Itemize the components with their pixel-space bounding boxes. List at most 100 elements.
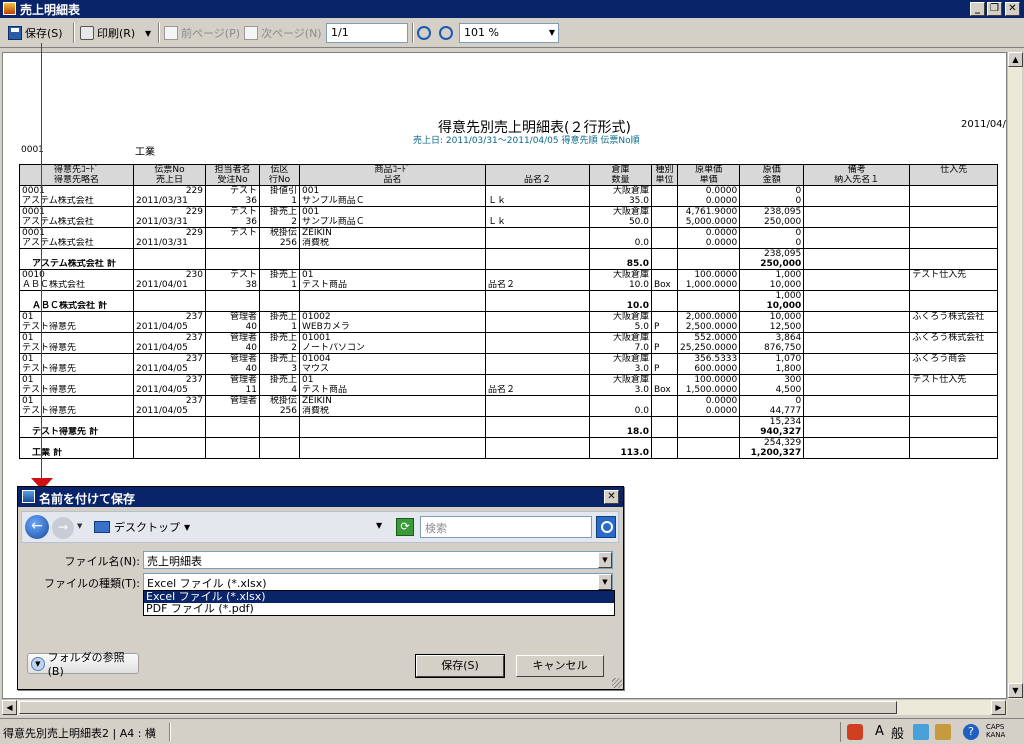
report-cell: 01 [19,311,134,322]
report-cell [205,448,260,459]
report-cell [803,364,911,375]
report-cell: 300 [739,374,805,385]
report-table-row: テスト得意先 2011/04/05 11 4 テスト商品 品名２ 3.0 Box 1,500.0… [19,385,999,396]
scroll-down-button[interactable]: ▼ [1008,683,1023,698]
report-cell [299,259,486,270]
report-cell: 掛売上 [259,332,300,343]
report-cell [803,406,911,417]
dialog-close-button[interactable]: ✕ [604,490,619,504]
prev-page-button[interactable]: 前ページ(P) [164,24,240,42]
dialog-cancel-button[interactable]: キャンセル [516,655,604,677]
report-cell: 237 [133,311,206,322]
report-cell: 237 [133,395,206,406]
report-cell [589,395,652,406]
report-cell: 100.0000 [676,374,741,385]
scroll-right-button[interactable]: ▶ [991,700,1006,715]
dialog-titlebar: 名前を付けて保存 ✕ [18,487,623,507]
restore-button[interactable]: ❐ [987,2,1002,16]
zoom-in-button[interactable] [417,24,431,42]
ime-mode-indicator[interactable]: 般 [891,723,904,742]
toolbar-separator [73,23,75,43]
report-cell: 3 [259,364,300,375]
next-page-button[interactable]: 次ページ(N) [244,24,322,42]
report-cell [133,301,206,312]
save-button[interactable]: 保存(S) [8,24,63,42]
report-cell: 237 [133,353,206,364]
report-cell [589,416,652,427]
report-cell: 12,500 [739,322,805,333]
report-cell [485,353,590,364]
horizontal-scrollbar[interactable]: ◀ ▶ [2,699,1007,715]
report-cell [803,248,911,259]
report-cell [259,290,300,301]
browse-folders-button[interactable]: ▼ フォルダの参照(B) [27,651,139,678]
report-cell [485,427,590,438]
help-icon[interactable]: ? [963,724,979,740]
forward-button[interactable]: → [52,517,74,539]
report-cell [299,448,486,459]
refresh-button[interactable]: ⟳ [396,518,414,536]
path-dropdown-arrow[interactable]: ▼ [376,521,382,530]
horizontal-scroll-thumb[interactable] [19,701,897,714]
report-cell: サンプル商品Ｃ [299,196,486,207]
report-cell [205,238,260,249]
report-cell: 0.0000 [676,406,741,417]
minimize-button[interactable]: _ [970,2,985,16]
location-breadcrumb[interactable]: デスクトップ ▼ [94,516,382,538]
report-cell: 2011/04/05 [133,406,206,417]
report-cell: 掛売上 [259,269,300,280]
report-cell [651,217,678,228]
report-cell: 管理者 [205,353,260,364]
ime-icon[interactable] [847,724,863,740]
report-cell: 876,750 [739,343,805,354]
dialog-save-button[interactable]: 保存(S) [415,654,505,678]
report-cell: 230 [133,269,206,280]
filename-dropdown-icon[interactable]: ▼ [598,552,612,568]
zoom-select[interactable]: 101 % [459,23,559,43]
dictionary-icon[interactable] [935,724,951,740]
back-button[interactable]: ← [25,515,49,539]
report-table-row: テスト得意先 2011/04/05 40 3 マウス 3.0 P 600.0000 1,800 [19,364,999,375]
ime-pad-icon[interactable] [913,724,929,740]
report-cell [676,259,741,270]
location-chevron-icon[interactable]: ▼ [184,523,190,532]
report-cell: 0 [739,185,805,196]
report-cell [589,290,652,301]
scroll-left-button[interactable]: ◀ [2,700,17,715]
report-cell: 管理者 [205,374,260,385]
report-cell: Box [651,385,678,396]
resize-grip[interactable] [612,678,622,688]
report-cell: 0.0000 [676,185,741,196]
close-button[interactable]: ✕ [1005,2,1020,16]
filetype-dropdown-icon[interactable]: ▼ [598,574,612,590]
report-cell: 掛値引 [259,185,300,196]
report-cell [205,416,260,427]
report-cell [803,185,911,196]
vertical-scrollbar[interactable]: ▲ ▼ [1007,52,1023,699]
filetype-option-pdf[interactable]: PDF ファイル (*.pdf) [144,603,614,615]
report-cell: 大阪倉庫 [589,353,652,364]
report-table-row: 01 237 管理者 掛売上 01004 大阪倉庫 356.5333 1,070 ふくろう商会 [19,353,999,364]
scroll-up-button[interactable]: ▲ [1008,52,1023,67]
report-cell: 3.0 [589,385,652,396]
page-number-input[interactable]: 1/1 [326,23,408,43]
print-dropdown-arrow[interactable]: ▼ [145,24,151,42]
filename-field[interactable]: 売上明細表 ▼ [143,551,613,569]
zoom-dropdown-arrow[interactable]: ▼ [546,25,558,41]
recent-locations-dropdown[interactable]: ▼ [77,522,82,530]
report-cell: 250,000 [739,259,805,270]
search-icon[interactable] [596,516,616,538]
report-cell: 250,000 [739,217,805,228]
report-cell [485,364,590,375]
report-cell [485,332,590,343]
report-cell: 品名２ [485,175,590,186]
report-cell [205,301,260,312]
input-mode-icon[interactable]: A [875,724,884,739]
print-button[interactable]: 印刷(R) [80,24,135,42]
report-cell [803,238,911,249]
browse-folders-label: フォルダの参照(B) [47,651,125,678]
report-cell [485,311,590,322]
filetype-select[interactable]: Excel ファイル (*.xlsx) ▼ [143,573,613,591]
search-input[interactable]: 検索 [420,516,592,538]
zoom-out-button[interactable] [439,24,453,42]
